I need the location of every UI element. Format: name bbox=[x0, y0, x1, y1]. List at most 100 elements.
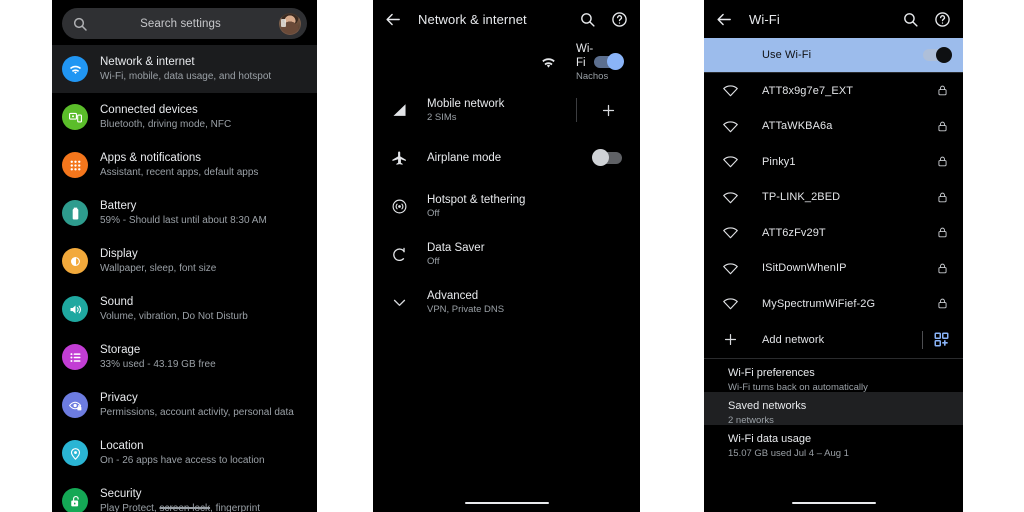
use-wifi-toggle[interactable] bbox=[923, 47, 952, 63]
nav-pill[interactable] bbox=[464, 501, 549, 505]
help-icon[interactable] bbox=[611, 11, 628, 28]
network-row-title: Advanced bbox=[427, 289, 479, 302]
unlock-icon bbox=[62, 488, 88, 512]
wifi-toggle[interactable] bbox=[576, 53, 640, 70]
lock-icon bbox=[936, 226, 949, 239]
settings-item-storage[interactable]: Storage 33% used - 43.19 GB free bbox=[52, 333, 317, 381]
lock-icon bbox=[936, 262, 949, 275]
settings-item-title: Security bbox=[100, 488, 142, 500]
settings-item-title: Privacy bbox=[100, 392, 138, 404]
wifi-network-row[interactable]: ATT8x9g7e7_EXT bbox=[704, 73, 963, 109]
airplane-toggle[interactable] bbox=[576, 149, 640, 166]
wifi-network-row[interactable]: ISitDownWhenIP bbox=[704, 250, 963, 286]
wifi-ssid: TP-LINK_2BED bbox=[762, 191, 841, 204]
settings-item-connected-devices[interactable]: Connected devices Bluetooth, driving mod… bbox=[52, 93, 317, 141]
settings-item-display[interactable]: Display Wallpaper, sleep, font size bbox=[52, 237, 317, 285]
row-title: Saved networks bbox=[728, 399, 807, 412]
toggle-knob bbox=[607, 53, 624, 70]
wifi-network-row[interactable]: Pinky1 bbox=[704, 144, 963, 180]
settings-item-subtitle: Volume, vibration, Do Not Disturb bbox=[100, 311, 248, 322]
add-network-row[interactable]: Add network bbox=[704, 321, 963, 358]
settings-item-subtitle: On - 26 apps have access to location bbox=[100, 455, 265, 466]
use-wifi-label: Use Wi-Fi bbox=[762, 49, 812, 61]
user-avatar[interactable] bbox=[279, 12, 301, 35]
settings-item-privacy[interactable]: Privacy Permissions, account activity, p… bbox=[52, 381, 317, 429]
settings-panel: Search settings Network & internet Wi-Fi… bbox=[52, 0, 317, 512]
settings-item-apps-notifications[interactable]: Apps & notifications Assistant, recent a… bbox=[52, 141, 317, 189]
add-sim-button[interactable] bbox=[576, 102, 640, 119]
use-wifi-row[interactable]: Use Wi-Fi bbox=[704, 38, 963, 72]
network-row-subtitle: Off bbox=[427, 207, 440, 219]
toggle-knob bbox=[592, 149, 609, 166]
network-appbar: Network & internet bbox=[373, 0, 640, 38]
storage-list-icon bbox=[62, 344, 88, 370]
network-row-hotspot-tethering[interactable]: Hotspot & tethering Off bbox=[373, 182, 640, 230]
wifi-network-row[interactable]: MySpectrumWiFief-2G bbox=[704, 286, 963, 322]
network-row-airplane-mode[interactable]: Airplane mode bbox=[373, 134, 640, 182]
divider bbox=[922, 330, 923, 349]
subtitle-post: , fingerprint bbox=[210, 503, 261, 512]
settings-item-network-internet[interactable]: Network & internet Wi-Fi, mobile, data u… bbox=[52, 45, 317, 93]
settings-item-text: Battery 59% - Should last until about 8:… bbox=[100, 199, 267, 227]
settings-item-text: Connected devices Bluetooth, driving mod… bbox=[100, 103, 231, 131]
network-row-mobile-network[interactable]: Mobile network 2 SIMs bbox=[373, 86, 640, 134]
eye-lock-icon bbox=[62, 392, 88, 418]
wifi-signal-icon bbox=[718, 153, 742, 170]
wifi-signal-icon bbox=[718, 189, 742, 206]
qr-scan-icon[interactable] bbox=[934, 332, 949, 347]
network-internet-panel: Network & internet Wi-Fi Nachos Mobile n… bbox=[373, 0, 640, 512]
settings-item-text: Sound Volume, vibration, Do Not Disturb bbox=[100, 295, 248, 323]
network-row-advanced[interactable]: Advanced VPN, Private DNS bbox=[373, 278, 640, 326]
settings-item-text: Network & internet Wi-Fi, mobile, data u… bbox=[100, 55, 271, 83]
network-row-subtitle: Off bbox=[427, 255, 440, 267]
settings-item-subtitle: 33% used - 43.19 GB free bbox=[100, 359, 216, 370]
settings-item-text: Location On - 26 apps have access to loc… bbox=[100, 439, 265, 467]
wifi-icon bbox=[62, 56, 88, 82]
subtitle-struck: screen lock bbox=[159, 503, 211, 512]
settings-item-title: Location bbox=[100, 440, 144, 452]
settings-item-subtitle: Permissions, account activity, personal … bbox=[100, 407, 294, 418]
saved-networks-row[interactable]: Saved networks 2 networks bbox=[704, 391, 963, 426]
wifi-network-row[interactable]: ATT6zFv29T bbox=[704, 215, 963, 251]
network-row-text: Airplane mode bbox=[427, 151, 576, 165]
settings-item-title: Apps & notifications bbox=[100, 152, 202, 164]
settings-item-security[interactable]: Security Play Protect, screen lock, fing… bbox=[52, 477, 317, 512]
settings-item-text: Storage 33% used - 43.19 GB free bbox=[100, 343, 216, 371]
wifi-panel: Wi-Fi Use Wi-Fi ATT8x9g7e7_EXT ATTaWKBA6… bbox=[704, 0, 963, 512]
settings-item-sound[interactable]: Sound Volume, vibration, Do Not Disturb bbox=[52, 285, 317, 333]
wifi-preferences-row[interactable]: Wi-Fi preferences Wi-Fi turns back on au… bbox=[704, 358, 963, 393]
search-icon[interactable] bbox=[579, 11, 596, 28]
settings-item-battery[interactable]: Battery 59% - Should last until about 8:… bbox=[52, 189, 317, 237]
search-placeholder: Search settings bbox=[140, 17, 221, 30]
settings-item-title: Connected devices bbox=[100, 104, 198, 116]
lock-icon bbox=[936, 155, 949, 168]
settings-item-location[interactable]: Location On - 26 apps have access to loc… bbox=[52, 429, 317, 477]
wifi-icon bbox=[536, 54, 560, 71]
network-row-text: Advanced VPN, Private DNS bbox=[427, 289, 576, 316]
wifi-page-title: Wi-Fi bbox=[749, 11, 780, 27]
network-row-data-saver[interactable]: Data Saver Off bbox=[373, 230, 640, 278]
wifi-network-row[interactable]: ATTaWKBA6a bbox=[704, 108, 963, 144]
devices-icon bbox=[62, 104, 88, 130]
help-icon[interactable] bbox=[934, 11, 951, 28]
settings-item-subtitle: Play Protect, screen lock, fingerprint bbox=[100, 502, 260, 512]
screenshot-stage: Search settings Network & internet Wi-Fi… bbox=[0, 0, 1024, 512]
back-arrow-icon[interactable] bbox=[385, 11, 402, 28]
settings-item-title: Network & internet bbox=[100, 56, 195, 68]
wifi-network-row[interactable]: TP-LINK_2BED bbox=[704, 179, 963, 215]
search-input[interactable]: Search settings bbox=[62, 8, 307, 39]
row-subtitle: 15.07 GB used Jul 4 – Aug 1 bbox=[728, 447, 849, 459]
network-row-subtitle: VPN, Private DNS bbox=[427, 303, 505, 315]
settings-item-subtitle: Bluetooth, driving mode, NFC bbox=[100, 119, 232, 130]
settings-item-subtitle: Wi-Fi, mobile, data usage, and hotspot bbox=[100, 71, 272, 82]
network-row-wifi[interactable]: Wi-Fi Nachos bbox=[373, 38, 640, 86]
wifi-data-usage-row[interactable]: Wi-Fi data usage 15.07 GB used Jul 4 – A… bbox=[704, 424, 963, 459]
back-arrow-icon[interactable] bbox=[716, 11, 733, 28]
nav-pill[interactable] bbox=[791, 501, 876, 505]
wifi-ssid: ATT8x9g7e7_EXT bbox=[762, 84, 854, 97]
settings-item-text: Security Play Protect, screen lock, fing… bbox=[100, 487, 260, 512]
network-row-title: Airplane mode bbox=[427, 152, 502, 164]
search-icon[interactable] bbox=[902, 11, 919, 28]
settings-item-text: Apps & notifications Assistant, recent a… bbox=[100, 151, 258, 179]
apps-grid-icon bbox=[62, 152, 88, 178]
